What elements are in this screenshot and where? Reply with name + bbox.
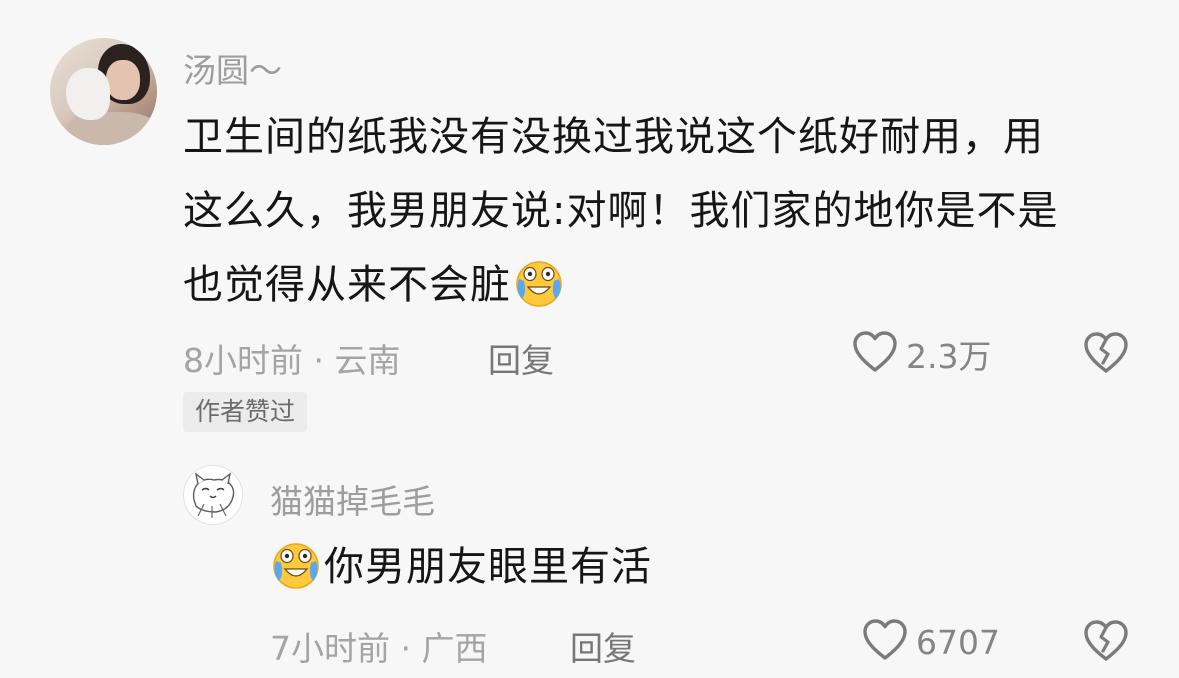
- comment-username[interactable]: 汤圆～: [183, 44, 282, 92]
- reply-button[interactable]: 回复: [570, 622, 636, 670]
- avatar[interactable]: [183, 465, 243, 525]
- comment-meta: 7小时前 · 广西: [270, 629, 488, 668]
- comment-meta: 8小时前 · 云南: [183, 341, 401, 380]
- broken-heart-icon: [1083, 332, 1129, 379]
- heart-outline-icon: [862, 618, 908, 666]
- crying-laughing-emoji-icon: [270, 539, 322, 591]
- avatar-cat: [66, 68, 110, 120]
- avatar-face: [106, 60, 140, 100]
- broken-heart-icon: [1083, 620, 1129, 667]
- like-count: 2.3万: [906, 337, 992, 376]
- dislike-button[interactable]: [1083, 331, 1129, 377]
- dislike-button[interactable]: [1083, 619, 1129, 665]
- heart-outline-icon: [852, 330, 898, 378]
- crying-laughing-emoji-icon: [513, 257, 565, 309]
- comment-line-text: 也觉得从来不会脏: [183, 262, 511, 308]
- comment-text: 你男朋友眼里有活: [324, 544, 652, 590]
- like-button[interactable]: 6707: [862, 618, 1000, 666]
- author-liked-badge: 作者赞过: [183, 392, 308, 432]
- comment-line-last: 也觉得从来不会脏: [183, 248, 1058, 322]
- like-count: 6707: [916, 622, 1000, 662]
- avatar[interactable]: [50, 38, 157, 145]
- reply-button[interactable]: 回复: [488, 334, 554, 382]
- comment-content: 卫生间的纸我没有没换过我说这个纸好耐用，用 这么久，我男朋友说:对啊！我们家的地…: [183, 100, 1058, 322]
- like-button[interactable]: 2.3万: [852, 330, 991, 378]
- comment-username[interactable]: 猫猫掉毛毛: [270, 475, 435, 523]
- comment-line: 卫生间的纸我没有没换过我说这个纸好耐用，用: [183, 114, 1044, 160]
- comment-content: 你男朋友眼里有活: [270, 530, 652, 604]
- comment-line: 这么久，我男朋友说:对啊！我们家的地你是不是: [183, 188, 1059, 234]
